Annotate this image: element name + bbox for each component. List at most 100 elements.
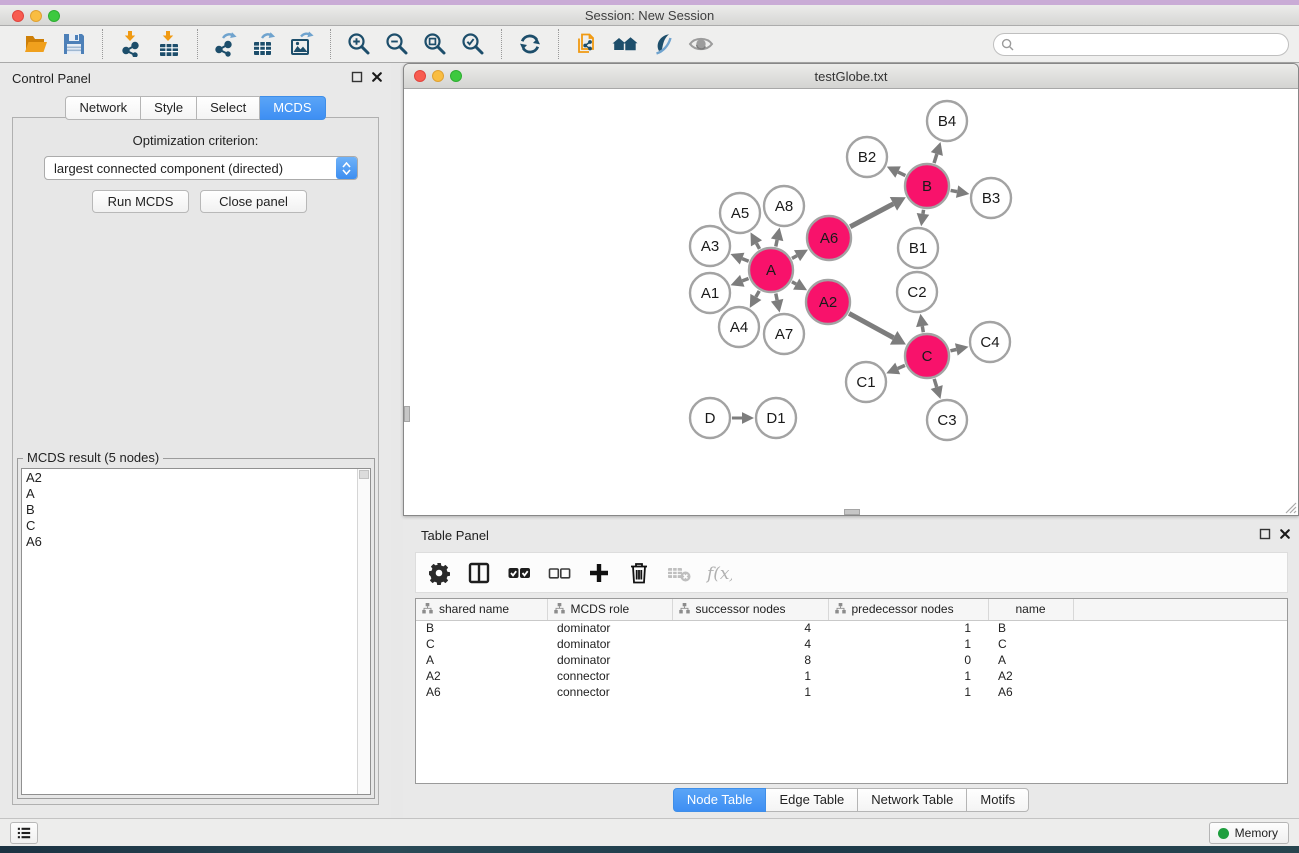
edge-A-A8[interactable] [776, 240, 777, 247]
edge-A-A6[interactable] [792, 256, 797, 259]
tab-edge-table[interactable]: Edge Table [766, 788, 858, 812]
edge-C-C2[interactable] [922, 326, 923, 332]
edge-A-A1[interactable] [742, 278, 748, 280]
export-network-icon[interactable] [211, 29, 241, 59]
edge-C-C1[interactable] [898, 365, 905, 368]
save-session-icon[interactable] [59, 29, 89, 59]
refresh-icon[interactable] [515, 29, 545, 59]
mcds-result-item[interactable]: A6 [22, 534, 356, 550]
close-panel-button[interactable]: Close panel [200, 190, 307, 213]
search-box[interactable] [993, 33, 1289, 56]
column-header-mcds-role[interactable]: MCDS role [547, 599, 672, 620]
import-table-icon[interactable] [154, 29, 184, 59]
criterion-dropdown[interactable]: largest connected component (directed) [44, 156, 358, 180]
column-header-successor-nodes[interactable]: successor nodes [672, 599, 828, 620]
close-table-panel-icon[interactable] [1279, 528, 1291, 540]
network-vertical-scrollbar[interactable] [404, 406, 410, 422]
deselect-all-icon[interactable] [544, 558, 574, 588]
edge-A-A3[interactable] [742, 259, 749, 262]
memory-button[interactable]: Memory [1209, 822, 1289, 844]
task-history-button[interactable] [10, 822, 38, 844]
edge-B-B4[interactable] [934, 154, 937, 163]
zoom-fit-icon[interactable] [420, 29, 450, 59]
network-graph[interactable]: A A1 A2 A3 A4 A5 A6 A7 A8 B B1 B2 B3B4 C C1 C2 C3C4 D D1 [404, 89, 1298, 515]
graph-node-B2[interactable]: B2 [847, 137, 887, 177]
tab-network[interactable]: Network [65, 96, 141, 120]
graph-node-C4[interactable]: C4 [970, 322, 1010, 362]
table-row[interactable]: Cdominator41C [416, 636, 1288, 652]
gear-icon[interactable] [424, 558, 454, 588]
export-image-icon[interactable] [287, 29, 317, 59]
delete-column-icon[interactable] [624, 558, 654, 588]
run-mcds-button[interactable]: Run MCDS [92, 190, 189, 213]
edge-A-A2[interactable] [792, 282, 796, 284]
graph-node-A4[interactable]: A4 [719, 307, 759, 347]
graph-node-B3[interactable]: B3 [971, 178, 1011, 218]
column-header-predecessor-nodes[interactable]: predecessor nodes [828, 599, 988, 620]
search-input[interactable] [1015, 38, 1288, 52]
edge-A-A4[interactable] [756, 291, 759, 297]
add-column-icon[interactable] [584, 558, 614, 588]
edge-C-C4[interactable] [950, 349, 956, 350]
zoom-in-icon[interactable] [344, 29, 374, 59]
resize-grip-icon[interactable] [1283, 500, 1297, 514]
select-all-icon[interactable] [504, 558, 534, 588]
network-canvas[interactable]: A A1 A2 A3 A4 A5 A6 A7 A8 B B1 B2 B3B4 C C1 C2 C3C4 D D1 [404, 89, 1298, 515]
open-file-icon[interactable] [21, 29, 51, 59]
export-table-icon[interactable] [249, 29, 279, 59]
graph-node-A8[interactable]: A8 [764, 186, 804, 226]
mcds-result-item[interactable]: C [22, 518, 356, 534]
mcds-result-list[interactable]: A2ABCA6 [21, 468, 371, 795]
hide-graphics-icon[interactable] [648, 29, 678, 59]
network-window-titlebar[interactable]: testGlobe.txt [404, 64, 1298, 89]
graph-node-C[interactable]: C [905, 334, 949, 378]
column-header-name[interactable]: name [988, 599, 1073, 620]
graph-node-A6[interactable]: A6 [807, 216, 851, 260]
tab-node-table[interactable]: Node Table [673, 788, 767, 812]
column-header-shared-name[interactable]: shared name [416, 599, 547, 620]
float-panel-icon[interactable] [351, 71, 363, 83]
eye-icon[interactable] [686, 29, 716, 59]
graph-node-D1[interactable]: D1 [756, 398, 796, 438]
graph-node-A2[interactable]: A2 [806, 280, 850, 324]
edge-C-C3[interactable] [934, 379, 937, 387]
table-row[interactable]: A2connector11A2 [416, 668, 1288, 684]
tab-select[interactable]: Select [197, 96, 260, 120]
table-row[interactable]: Bdominator41B [416, 620, 1288, 636]
clone-network-icon[interactable] [572, 29, 602, 59]
zoom-out-icon[interactable] [382, 29, 412, 59]
edge-B-B1[interactable] [923, 210, 924, 214]
edge-B-B3[interactable] [951, 190, 958, 191]
float-table-panel-icon[interactable] [1259, 528, 1271, 540]
tab-motifs[interactable]: Motifs [967, 788, 1029, 812]
column-view-icon[interactable] [464, 558, 494, 588]
graph-node-C1[interactable]: C1 [846, 362, 886, 402]
import-network-icon[interactable] [116, 29, 146, 59]
graph-node-A5[interactable]: A5 [720, 193, 760, 233]
graph-node-A[interactable]: A [749, 248, 793, 292]
edge-A-A7[interactable] [776, 294, 777, 301]
graph-node-B1[interactable]: B1 [898, 228, 938, 268]
graph-node-A7[interactable]: A7 [764, 314, 804, 354]
close-panel-icon[interactable] [371, 71, 383, 83]
tab-network-table[interactable]: Network Table [858, 788, 967, 812]
mcds-result-item[interactable]: A [22, 486, 356, 502]
graph-node-D[interactable]: D [690, 398, 730, 438]
edge-A2-C[interactable] [849, 313, 894, 337]
mcds-result-item[interactable]: A2 [22, 470, 356, 486]
graph-node-A3[interactable]: A3 [690, 226, 730, 266]
table-row[interactable]: Adominator80A [416, 652, 1288, 668]
graph-node-C2[interactable]: C2 [897, 272, 937, 312]
tab-style[interactable]: Style [141, 96, 197, 120]
graph-node-C3[interactable]: C3 [927, 400, 967, 440]
graph-node-B4[interactable]: B4 [927, 101, 967, 141]
graph-node-A1[interactable]: A1 [690, 273, 730, 313]
mcds-result-item[interactable]: B [22, 502, 356, 518]
tab-mcds[interactable]: MCDS [260, 96, 325, 120]
edge-B-B2[interactable] [898, 172, 905, 176]
graph-node-B[interactable]: B [905, 164, 949, 208]
home-icon[interactable] [610, 29, 640, 59]
network-horizontal-scrollbar[interactable] [844, 509, 860, 515]
result-scrollbar[interactable] [357, 469, 370, 794]
zoom-selected-icon[interactable] [458, 29, 488, 59]
